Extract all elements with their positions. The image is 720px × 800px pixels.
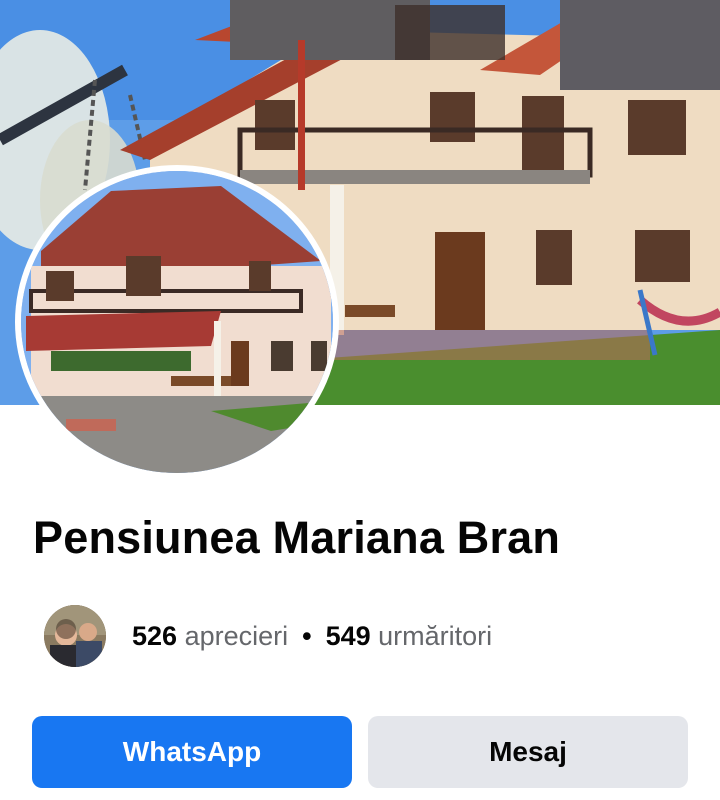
stats-separator: • — [302, 620, 312, 651]
page-stats: 526 aprecieri • 549 urmăritori — [44, 604, 492, 668]
profile-picture[interactable] — [15, 165, 339, 479]
followers-label: urmăritori — [378, 620, 493, 651]
likes-count: 526 — [132, 620, 178, 651]
followers-count: 549 — [325, 620, 371, 651]
message-button-label: Mesaj — [489, 736, 567, 767]
likes-label: aprecieri — [184, 620, 289, 651]
whatsapp-button[interactable]: WhatsApp — [32, 716, 352, 788]
whatsapp-button-label: WhatsApp — [122, 736, 262, 767]
followers-avatar[interactable] — [44, 605, 106, 667]
stats-text: 526 aprecieri • 549 urmăritori — [132, 621, 492, 652]
message-button[interactable]: Mesaj — [368, 716, 688, 788]
page-title: Pensiunea Mariana Bran — [33, 512, 561, 563]
